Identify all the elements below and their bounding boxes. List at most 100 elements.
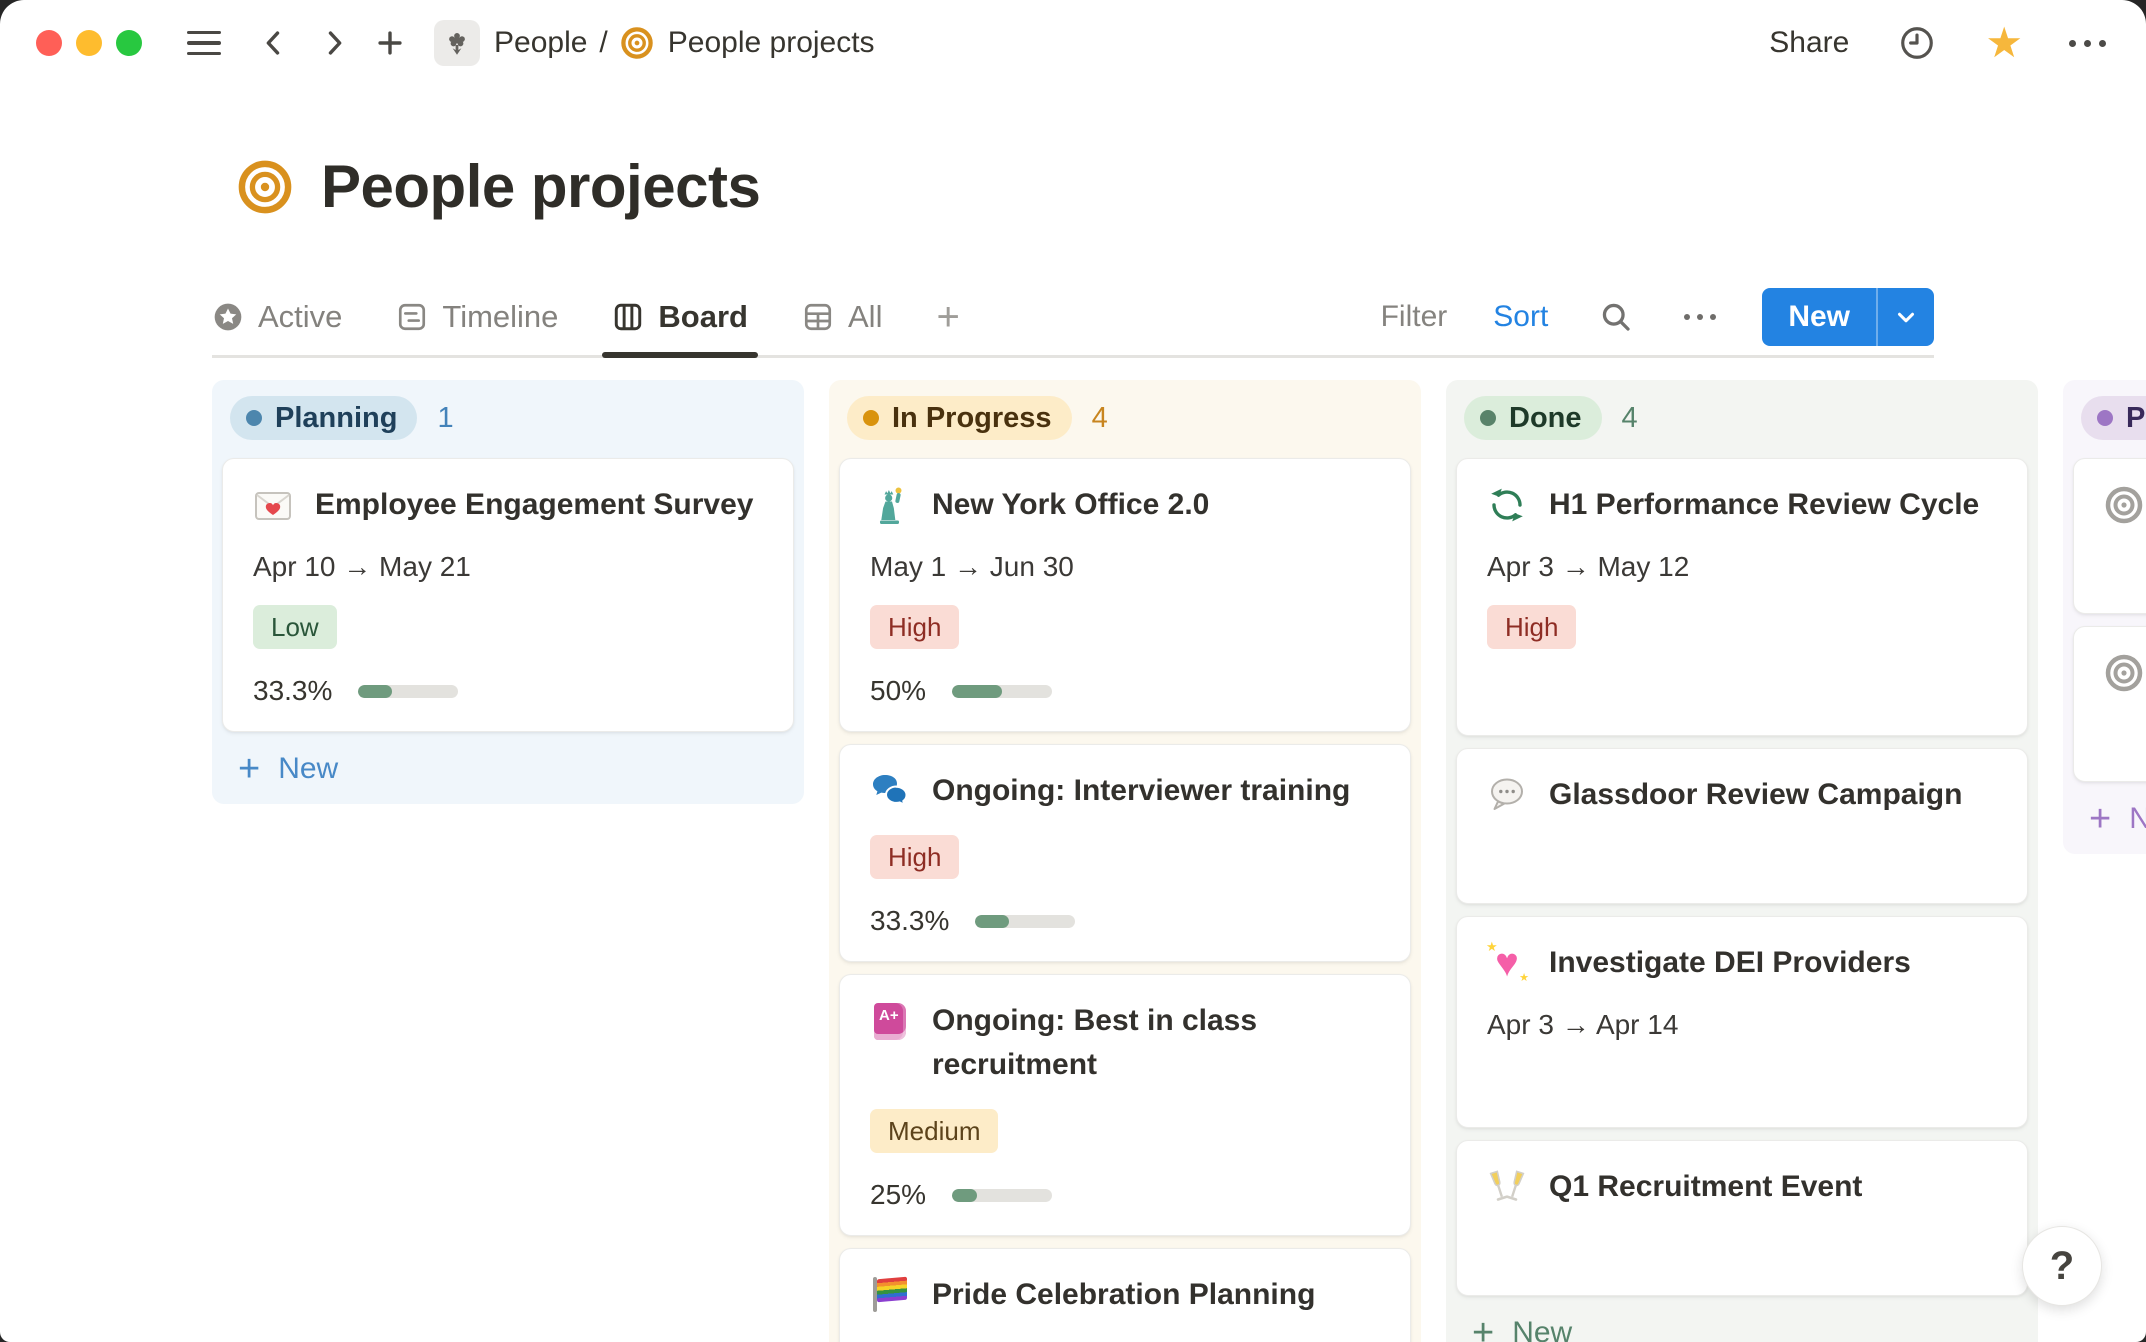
card-progress: 50% [870,675,1380,707]
traffic-lights [36,30,142,56]
column-status-label: Planning [275,401,398,434]
board-card[interactable]: A+ Ongoing: Best in class recruitment Medi… [839,974,1411,1236]
tab-label: All [848,299,883,334]
speech-bubbles-icon [870,771,910,811]
priority-tag: High [1487,605,1577,649]
column-status-pill[interactable]: In Progress [847,396,1072,440]
zoom-window-button[interactable] [116,30,142,56]
tab-all[interactable]: All [802,279,882,355]
search-icon[interactable] [1594,295,1638,339]
card-title-row: Q1 Recruitment Event [1487,1165,1997,1209]
tab-board[interactable]: Board [602,279,758,358]
speech-balloon-icon [1487,775,1527,815]
new-button-label: New [1512,1316,1573,1342]
card-title-row: Glassdoor Review Campaign [1487,773,1997,817]
progress-bar [952,1188,1053,1202]
progress-value: 33.3% [870,905,950,936]
rainbow-flag-icon [870,1275,910,1315]
sidebar-toggle-icon[interactable] [182,21,226,65]
help-button[interactable]: ? [2022,1226,2102,1306]
column-status-pill[interactable]: Done [1464,396,1602,440]
column-new-button[interactable]: + New [222,744,794,794]
recycle-arrows-icon [1487,485,1527,525]
view-more-options-icon[interactable] [1684,314,1717,320]
status-dot-icon [1480,410,1496,426]
nav-back-icon[interactable] [252,21,296,65]
card-title: H1 Performance Review Cycle [1549,488,1980,521]
window-topbar: People / People projects Share ★ [0,0,2146,86]
card-date-range: May 1 → Jun 30 [870,551,1074,582]
close-window-button[interactable] [36,30,62,56]
progress-fill [952,1188,978,1202]
card-title-row [2104,483,2146,527]
breadcrumb: People / People projects [434,20,875,66]
breadcrumb-teamspace[interactable]: People [494,26,587,60]
column-header: Done 4 [1456,390,2028,446]
new-button-label: New [1788,300,1850,333]
card-progress: 25% [870,1179,1380,1211]
plus-icon: + [238,748,261,790]
priority-tag: High [870,605,960,649]
page-target-icon [620,26,654,60]
progress-fill [952,684,1003,698]
board-card[interactable]: Pride Celebration Planning [839,1248,1411,1342]
favorite-star-icon[interactable]: ★ [1985,22,2023,64]
column-header: Paused [2073,390,2146,446]
column-count: 4 [1091,401,1108,434]
tab-label: Board [658,299,748,334]
board-card[interactable]: Employee Engagement Survey Apr 10 → May 2… [222,458,794,732]
page-title[interactable]: People projects [321,152,761,221]
card-title-row: A+ Ongoing: Best in class recruitment [870,999,1380,1087]
board-card[interactable]: Q1 Recruitment Event [1456,1140,2028,1296]
priority-tag-row: High [870,583,1380,649]
chevron-down-icon[interactable] [1878,288,1934,346]
tab-active[interactable]: Active [212,279,342,355]
column-header: In Progress 4 [839,390,1411,446]
board-card[interactable] [2073,626,2146,782]
board-card[interactable]: New York Office 2.0 May 1 → Jun 30 High 50% [839,458,1411,732]
board-card[interactable] [2073,458,2146,614]
view-tab-bar: Active Timeline Board All + Filter Sort [212,279,1934,358]
column-new-button[interactable]: + New [2073,794,2146,844]
view-controls: Filter Sort New [1381,288,1934,346]
progress-value: 50% [870,675,927,706]
board-column-done: Done 4 H1 Performance Review Cycle Apr 3 → … [1446,380,2038,1342]
add-view-plus-icon[interactable]: + [936,279,959,355]
minimize-window-button[interactable] [76,30,102,56]
filter-button[interactable]: Filter [1381,300,1448,334]
card-progress: 33.3% [870,905,1380,937]
new-record-button[interactable]: New [1762,288,1934,346]
board-column-paused: Paused + New [2063,380,2146,854]
column-count: 4 [1621,401,1638,434]
share-button[interactable]: Share [1769,26,1849,60]
more-options-icon[interactable] [2069,39,2106,47]
priority-tag-row: Low [253,583,763,649]
column-status-pill[interactable]: Paused [2081,396,2146,440]
progress-fill [358,684,392,698]
board-card[interactable]: H1 Performance Review Cycle Apr 3 → May 1… [1456,458,2028,736]
tab-timeline[interactable]: Timeline [396,279,558,355]
nav-forward-icon[interactable] [312,21,356,65]
board-card[interactable]: Glassdoor Review Campaign [1456,748,2028,904]
updates-clock-icon[interactable] [1895,21,1939,65]
sort-button[interactable]: Sort [1493,300,1548,334]
breadcrumb-separator: / [599,26,608,59]
priority-tag-row: High [1487,583,1997,649]
board-card[interactable]: Ongoing: Interviewer training High 33.3% [839,744,1411,962]
progress-bar [975,914,1076,928]
card-title: Q1 Recruitment Event [1549,1170,1863,1203]
status-dot-icon [2097,410,2113,426]
board-card[interactable]: ♥ ★ ★ Investigate DEI Providers Apr 3 → Apr … [1456,916,2028,1128]
page-title-target-icon[interactable] [237,159,293,215]
card-title-row: Ongoing: Interviewer training [870,769,1380,813]
card-title: Employee Engagement Survey [315,488,754,521]
target-gray-icon [2104,653,2144,693]
a-plus-book-icon: A+ [870,1001,910,1041]
teamspace-flower-icon[interactable] [434,20,480,66]
new-tab-plus-icon[interactable] [368,21,412,65]
column-header: Planning 1 [222,390,794,446]
breadcrumb-page[interactable]: People projects [620,26,875,60]
card-title: New York Office 2.0 [932,488,1210,521]
column-new-button[interactable]: + New [1456,1308,2028,1342]
column-status-pill[interactable]: Planning [230,396,418,440]
